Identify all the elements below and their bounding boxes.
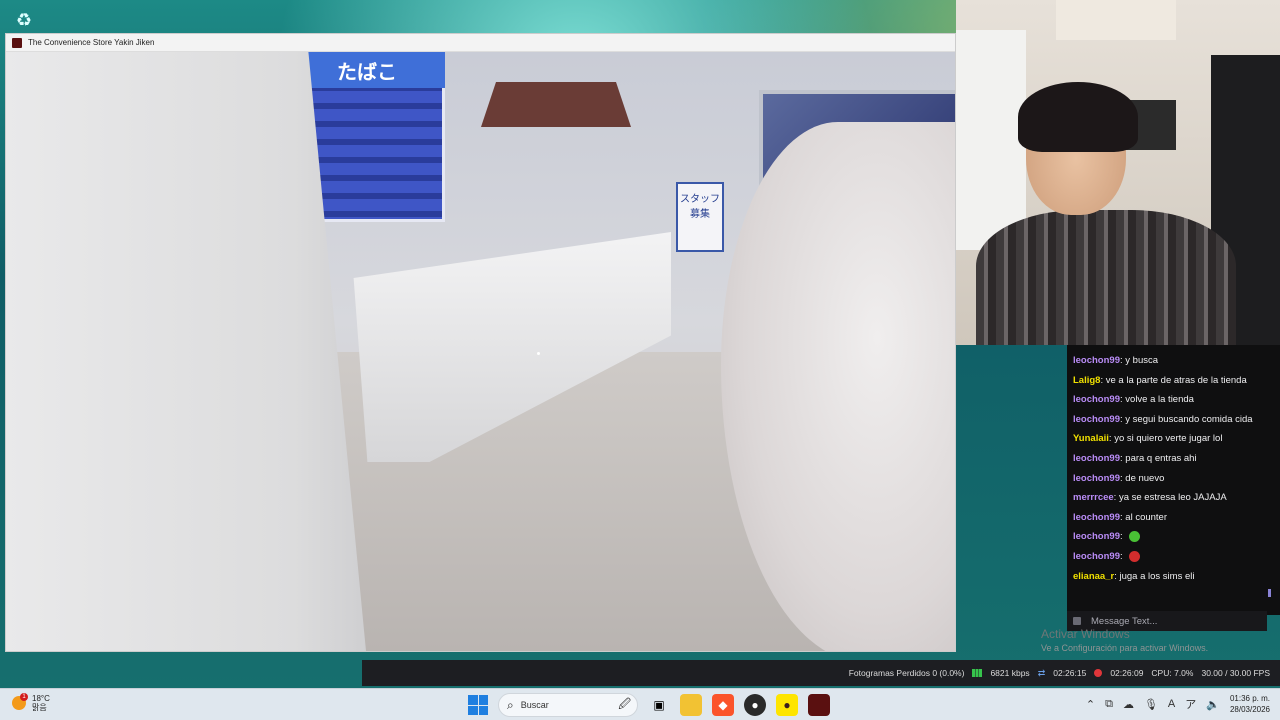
chat-message: leochon99: bbox=[1073, 549, 1269, 564]
chat-panel[interactable]: leochon99: y busca Lalig8: ve a la parte … bbox=[1067, 345, 1280, 615]
chat-text: para q entras ahi bbox=[1125, 452, 1197, 464]
microphone-icon[interactable]: 🎙 bbox=[1144, 698, 1158, 711]
webcam-shelf bbox=[1056, 0, 1176, 40]
chat-username[interactable]: leochon99 bbox=[1073, 551, 1120, 562]
chat-username[interactable]: leochon99 bbox=[1073, 394, 1120, 405]
signal-strength-icon bbox=[972, 669, 983, 677]
file-explorer-icon[interactable] bbox=[680, 694, 702, 716]
brave-browser-icon[interactable]: ◆ bbox=[712, 694, 734, 716]
search-highlight-icon: 🖉 bbox=[618, 696, 631, 711]
chat-text: y busca bbox=[1125, 355, 1159, 366]
crosshair bbox=[537, 352, 540, 355]
store-wall bbox=[6, 52, 366, 651]
volume-icon[interactable]: 🔈 bbox=[1206, 698, 1220, 711]
ime-icon[interactable]: ア bbox=[1185, 696, 1196, 712]
chat-message: leochon99: de nuevo bbox=[1073, 472, 1165, 484]
chat-username[interactable]: Yunalaii bbox=[1073, 433, 1109, 444]
kakaotalk-icon[interactable]: ● bbox=[776, 694, 798, 716]
chat-input-placeholder: Message Text... bbox=[1091, 615, 1158, 627]
network-icon: ⇄ bbox=[1037, 667, 1046, 678]
chat-message-list: leochon99: y busca Lalig8: ve a la parte … bbox=[1073, 353, 1269, 588]
game-viewport[interactable]: たばこ スタッフ 募集 bbox=[6, 52, 955, 651]
fps: 30.00 / 30.00 FPS bbox=[1201, 668, 1270, 678]
game-titlebar[interactable]: The Convenience Store Yakin Jiken bbox=[6, 34, 955, 52]
tray-app-icon[interactable]: ⧉ bbox=[1105, 698, 1113, 711]
chat-text: yo si quiero verte jugar lol bbox=[1114, 433, 1223, 445]
tray-cloud-icon[interactable]: ☁ bbox=[1123, 698, 1134, 711]
obs-icon[interactable]: ● bbox=[744, 694, 766, 716]
chat-icon bbox=[1073, 617, 1081, 625]
staff-wanted-poster: スタッフ 募集 bbox=[676, 182, 724, 252]
chat-text: juga a los sims eli bbox=[1119, 570, 1195, 582]
record-icon bbox=[1094, 669, 1103, 677]
bitrate: 6821 kbps bbox=[990, 668, 1030, 678]
chat-username[interactable]: leochon99 bbox=[1073, 355, 1120, 366]
cigarette-sign: たばこ bbox=[297, 52, 445, 88]
input-method-icon[interactable]: A bbox=[1168, 698, 1175, 710]
kiosk-roof bbox=[481, 82, 631, 127]
chat-username[interactable]: leochon99 bbox=[1073, 414, 1120, 425]
game-window[interactable]: The Convenience Store Yakin Jiken たばこ スタ… bbox=[5, 33, 956, 652]
chat-username[interactable]: elianaa_r bbox=[1073, 571, 1114, 582]
chat-username[interactable]: leochon99 bbox=[1073, 453, 1120, 464]
chat-username[interactable]: leochon99 bbox=[1073, 531, 1120, 542]
chat-message: leochon99: volve a la tienda bbox=[1073, 394, 1194, 406]
activation-watermark-subtitle: Ve a Configuración para activar Windows. bbox=[1041, 643, 1209, 653]
webcam-feed bbox=[956, 0, 1280, 345]
chat-emote-icon bbox=[1129, 531, 1141, 543]
record-time: 02:26:09 bbox=[1110, 668, 1144, 678]
chat-message: leochon99: bbox=[1073, 529, 1269, 544]
chat-message: leochon99: al counter bbox=[1073, 511, 1168, 523]
chat-text: volve a la tienda bbox=[1125, 394, 1194, 406]
chat-message: merrrcee: ya se estresa leo JAJAJA bbox=[1073, 492, 1227, 504]
taskbar: 1 18°C 맑음 ⌕ Buscar 🖉 ▣ ◆ ● ● ⌃ ⧉ ☁ 🎙 A ア… bbox=[0, 688, 1280, 720]
chat-message: elianaa_r: juga a los sims eli bbox=[1073, 570, 1195, 582]
recycle-bin-icon[interactable]: ♻ bbox=[10, 6, 38, 34]
chat-text: al counter bbox=[1125, 511, 1168, 523]
search-icon: ⌕ bbox=[507, 697, 514, 712]
chat-message: Lalig8: ve a la parte de atras de la tie… bbox=[1073, 374, 1247, 386]
streamer-torso bbox=[976, 210, 1236, 345]
chat-message: leochon99: para q entras ahi bbox=[1073, 452, 1197, 464]
game-window-title: The Convenience Store Yakin Jiken bbox=[28, 38, 155, 47]
clock-time: 01:36 p. m. bbox=[1229, 694, 1270, 703]
task-view-icon[interactable]: ▣ bbox=[648, 694, 670, 716]
chat-message: Yunalaii: yo si quiero verte jugar lol bbox=[1073, 433, 1223, 445]
chat-text: y segui buscando comida cida bbox=[1125, 413, 1253, 425]
chat-message: leochon99: y busca bbox=[1073, 355, 1159, 366]
streamer-hair bbox=[1018, 82, 1138, 152]
weather-desc: 맑음 bbox=[32, 703, 47, 712]
chat-emote-icon bbox=[1129, 550, 1141, 562]
game-app-icon bbox=[12, 37, 22, 48]
weather-temp: 18°C bbox=[32, 694, 50, 703]
clock-date: 28/03/2026 bbox=[1229, 705, 1270, 714]
start-button[interactable] bbox=[468, 695, 488, 715]
taskbar-search[interactable]: ⌕ Buscar 🖉 bbox=[498, 693, 638, 717]
chat-username[interactable]: merrrcee bbox=[1073, 492, 1114, 503]
chat-message: leochon99: y segui buscando comida cida bbox=[1073, 413, 1253, 425]
webcam-fridge bbox=[956, 30, 1026, 250]
dropped-frames: Fotogramas Perdidos 0 (0.0%) bbox=[848, 668, 965, 678]
chat-scrollbar[interactable] bbox=[1268, 589, 1271, 597]
chat-username[interactable]: leochon99 bbox=[1073, 512, 1120, 523]
game-taskbar-icon[interactable] bbox=[808, 694, 830, 716]
system-tray: ⌃ ⧉ ☁ 🎙 A ア 🔈 01:36 p. m. 28/03/2026 bbox=[1086, 693, 1270, 715]
activation-watermark-title: Activar Windows bbox=[1041, 627, 1130, 641]
chevron-up-icon[interactable]: ⌃ bbox=[1086, 698, 1095, 711]
cpu-usage: CPU: 7.0% bbox=[1151, 668, 1194, 678]
chat-text: ve a la parte de atras de la tienda bbox=[1105, 374, 1247, 386]
stream-time: 02:26:15 bbox=[1053, 668, 1087, 678]
chat-username[interactable]: Lalig8 bbox=[1073, 375, 1100, 386]
weather-badge: 1 bbox=[20, 693, 28, 701]
obs-status-bar: Fotogramas Perdidos 0 (0.0%) 6821 kbps ⇄… bbox=[362, 660, 1280, 686]
chat-text: de nuevo bbox=[1125, 472, 1165, 484]
weather-sun-icon: 1 bbox=[12, 693, 28, 710]
chat-text: ya se estresa leo JAJAJA bbox=[1118, 492, 1227, 504]
search-placeholder: Buscar bbox=[520, 700, 549, 710]
chat-username[interactable]: leochon99 bbox=[1073, 473, 1120, 484]
clock[interactable]: 01:36 p. m. 28/03/2026 bbox=[1230, 693, 1270, 715]
weather-widget[interactable]: 1 18°C 맑음 bbox=[12, 693, 50, 712]
